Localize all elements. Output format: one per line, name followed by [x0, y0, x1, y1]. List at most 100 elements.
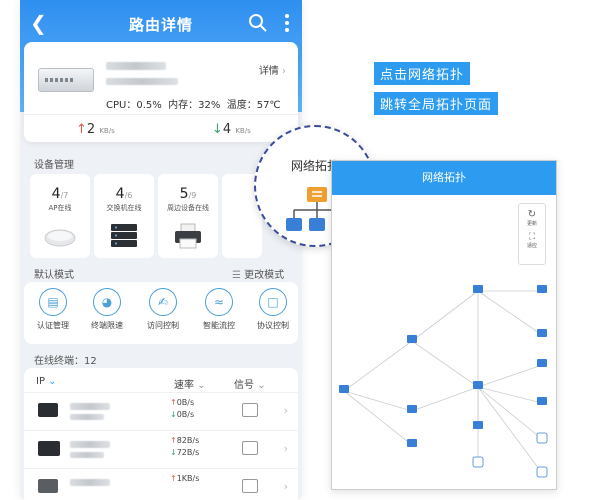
- device-name: AP在线: [48, 204, 72, 212]
- download-arrow-icon: ↓: [170, 410, 177, 419]
- ethernet-port-icon: [242, 479, 258, 493]
- col-signal[interactable]: 信号 ⌄: [234, 376, 266, 391]
- mode-card: ▤ 认证管理 ◕ 终端限速 ✍ 访问控制 ≈ 智能流控 □ 协议控制: [24, 282, 298, 344]
- ethernet-port-icon: [242, 403, 258, 417]
- row-down-rate: 72B/s: [176, 448, 200, 457]
- ethernet-port-icon: [242, 441, 258, 455]
- router-card[interactable]: 详情 › CPU：0.5% 内存：32% 温度：57℃ ↑2 KB/s ↓4 K…: [24, 42, 298, 142]
- device-name-blurred: [70, 403, 110, 410]
- mode-auth[interactable]: ▤ 认证管理: [26, 288, 80, 331]
- upload-rate: ↑2 KB/s: [76, 122, 115, 137]
- device-count-total: /9: [188, 191, 197, 200]
- device-tile-ap[interactable]: 4/7 AP在线: [30, 174, 90, 258]
- device-ip-blurred: [70, 452, 104, 458]
- upload-unit: KB/s: [99, 127, 115, 135]
- mode-protocol[interactable]: □ 协议控制: [246, 288, 300, 331]
- topology-node-switch[interactable]: [407, 439, 417, 447]
- topology-graph[interactable]: [332, 195, 558, 491]
- device-count-total: /7: [60, 191, 69, 200]
- device-tile-switch[interactable]: 4/6 交换机在线: [94, 174, 154, 258]
- topology-node-ap[interactable]: [472, 456, 484, 468]
- search-icon[interactable]: [248, 13, 268, 33]
- topology-panel: 网络拓扑 ↻ 更新 ⛶ 适应: [331, 160, 557, 490]
- chevron-right-icon: ›: [282, 66, 286, 77]
- device-count-value: 4: [51, 186, 61, 202]
- topology-node-switch[interactable]: [473, 381, 483, 389]
- menu-lines-icon: ☰: [232, 270, 241, 281]
- upload-arrow-icon: ↑: [170, 474, 177, 483]
- topology-node-switch[interactable]: [473, 421, 483, 429]
- nav-bar: ❮ 路由详情: [20, 0, 302, 48]
- terminal-list: IP ⌄ 速率 ⌄ 信号 ⌄ ↑0B/s ↓0B/s › ↑82B/s ↓72B…: [24, 368, 298, 500]
- topology-node-router[interactable]: [339, 385, 349, 393]
- mode-section-title: 默认模式: [34, 270, 74, 281]
- detail-link[interactable]: 详情 ›: [259, 62, 286, 77]
- table-row[interactable]: ↑82B/s ↓72B/s ›: [24, 430, 298, 468]
- router-stats: CPU：0.5% 内存：32% 温度：57℃: [106, 96, 281, 111]
- change-mode-label: 更改模式: [244, 270, 285, 281]
- mode-label: 访问控制: [147, 321, 179, 330]
- more-icon[interactable]: [282, 13, 292, 33]
- printer-icon: [175, 223, 201, 249]
- chevron-right-icon: ›: [283, 442, 288, 455]
- topology-node-switch[interactable]: [407, 335, 417, 343]
- device-tile-peripheral[interactable]: 5/9 周边设备在线: [158, 174, 218, 258]
- router-image: [38, 68, 94, 92]
- download-value: 4: [222, 122, 232, 137]
- device-name-blurred: [70, 441, 110, 448]
- mode-label: 智能流控: [203, 321, 235, 330]
- col-rate-label: 速率: [174, 380, 194, 391]
- device-section-title: 设备管理: [34, 160, 74, 171]
- upload-arrow-icon: ↑: [76, 122, 87, 137]
- access-point-icon: [44, 229, 76, 247]
- memory-stat: 内存：32%: [168, 100, 221, 111]
- mode-label: 终端限速: [91, 321, 123, 330]
- mode-access-control[interactable]: ✍ 访问控制: [136, 288, 190, 331]
- upload-value: 2: [86, 122, 96, 137]
- row-up-rate: 0B/s: [176, 398, 195, 407]
- cpu-stat: CPU：0.5%: [106, 100, 162, 111]
- topology-node-ap[interactable]: [536, 432, 548, 444]
- topology-title-bar: 网络拓扑: [332, 161, 556, 195]
- chevron-down-icon: ⌄: [48, 376, 57, 387]
- upload-arrow-icon: ↑: [170, 398, 177, 407]
- chevron-down-icon: ⌄: [197, 380, 206, 391]
- change-mode-link[interactable]: ☰ 更改模式: [232, 266, 284, 281]
- upload-arrow-icon: ↑: [170, 436, 177, 445]
- topology-node-switch[interactable]: [537, 329, 547, 337]
- device-icon: [38, 479, 58, 493]
- device-count-value: 4: [115, 186, 125, 202]
- mode-smart-flow[interactable]: ≈ 智能流控: [192, 288, 246, 331]
- mode-rate-limit[interactable]: ◕ 终端限速: [80, 288, 134, 331]
- topology-node-switch[interactable]: [537, 285, 547, 293]
- table-row[interactable]: ↑1KB/s ›: [24, 468, 298, 500]
- topology-node-switch[interactable]: [537, 359, 547, 367]
- mode-label: 认证管理: [37, 321, 69, 330]
- topology-node-ap[interactable]: [536, 466, 548, 478]
- row-up-rate: 1KB/s: [176, 474, 200, 483]
- shield-doc-icon: ✍: [149, 288, 177, 316]
- terminal-section-title: 在线终端：12: [34, 356, 97, 367]
- device-icon: [38, 403, 58, 417]
- callout-click-topology: 点击网络拓扑: [374, 62, 471, 85]
- table-row[interactable]: ↑0B/s ↓0B/s ›: [24, 392, 298, 430]
- topology-node-switch[interactable]: [537, 397, 547, 405]
- col-ip[interactable]: IP ⌄: [36, 376, 57, 387]
- mode-label: 协议控制: [257, 321, 289, 330]
- device-count: 4/6: [94, 186, 154, 202]
- topology-node-switch[interactable]: [473, 285, 483, 293]
- id-card-icon: ▤: [39, 288, 67, 316]
- device-count-value: 5: [179, 186, 189, 202]
- callout-jump-topology: 跳转全局拓扑页面: [374, 92, 499, 115]
- device-name: 交换机在线: [106, 204, 142, 212]
- device-count-total: /6: [124, 191, 133, 200]
- topology-node-switch[interactable]: [407, 405, 417, 413]
- router-name-blurred: [106, 62, 166, 70]
- col-rate[interactable]: 速率 ⌄: [174, 376, 206, 391]
- folder-icon: □: [259, 288, 287, 316]
- device-count: 4/7: [30, 186, 90, 202]
- speedometer-icon: ◕: [93, 288, 121, 316]
- laptop-icon: [38, 441, 60, 456]
- router-model-blurred: [106, 78, 178, 85]
- wave-icon: ≈: [205, 288, 233, 316]
